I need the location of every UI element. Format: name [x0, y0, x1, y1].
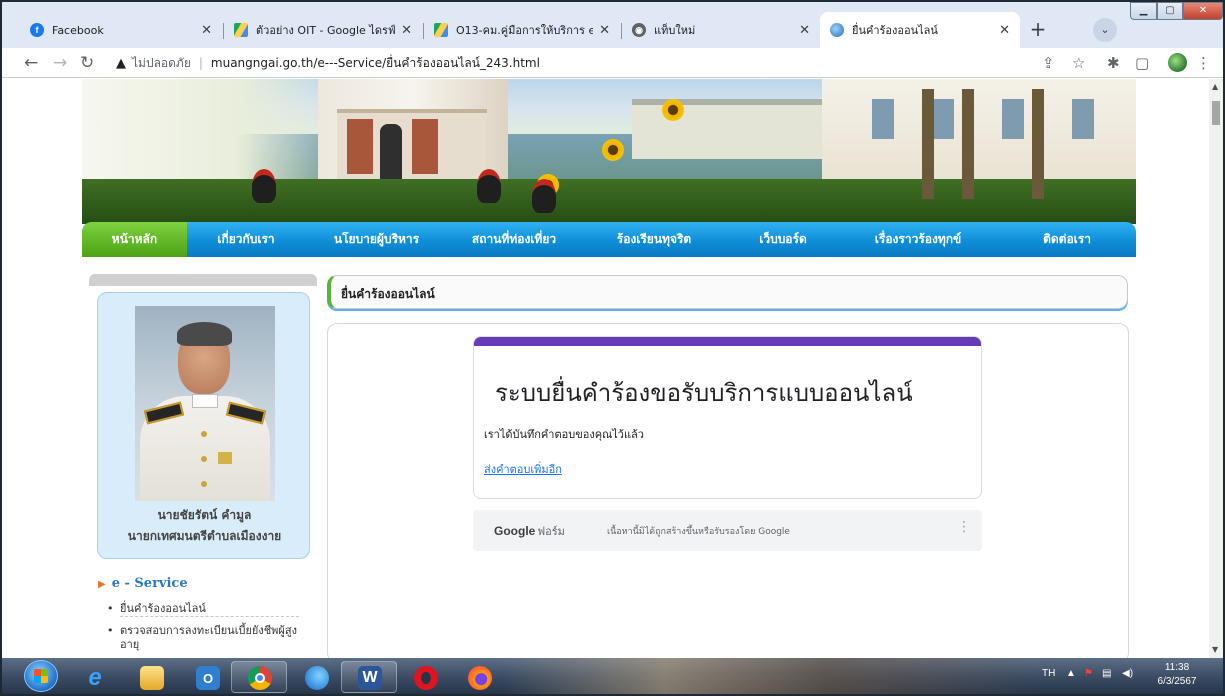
new-tab-button[interactable]: + — [1025, 17, 1051, 43]
bookmark-star-icon[interactable]: ☆ — [1072, 54, 1085, 72]
menu-icon[interactable]: ⋮ — [1196, 54, 1211, 72]
start-button[interactable] — [24, 660, 58, 692]
nav-contact[interactable]: ติดต่อเรา — [998, 222, 1136, 257]
triangle-right-icon: ▶ — [98, 579, 106, 590]
maximize-button[interactable]: ▢ — [1157, 2, 1183, 20]
form-accent-bar — [474, 337, 981, 346]
word-icon[interactable]: W — [341, 661, 397, 693]
close-tab-icon[interactable]: ✕ — [401, 23, 412, 38]
chrome-icon: ◉ — [632, 23, 646, 37]
opera-icon[interactable] — [397, 661, 453, 693]
nav-about[interactable]: เกี่ยวกับเรา — [187, 222, 305, 257]
mayor-profile-card: นายชัยรัตน์ คำมูล นายกเทศมนตรีตำบลเมืองง… — [97, 292, 310, 559]
submit-another-link[interactable]: ส่งคำตอบเพิ่มอีก — [484, 460, 562, 478]
nav-attractions[interactable]: สถานที่ท่องเที่ยว — [448, 222, 580, 257]
reload-icon[interactable]: ↻ — [80, 53, 94, 73]
back-icon[interactable]: ← — [24, 53, 38, 73]
more-options-icon[interactable]: ⋮ — [957, 519, 971, 535]
action-center-flag-icon[interactable]: ⚑ — [1084, 668, 1093, 679]
page-title: ยื่นคำร้องออนไลน์ — [341, 287, 435, 301]
google-forms-logo[interactable]: Google ฟอร์ม — [494, 522, 565, 540]
form-title: ระบบยื่นคำร้องขอรับบริการแบบออนไลน์ — [495, 379, 913, 407]
eservice-link-elderly-check[interactable]: • ตรวจสอบการลงทะเบียนเบี้ยยังชีพผู้สูงอาย… — [107, 624, 299, 652]
side-panel-icon[interactable]: ▢ — [1135, 54, 1149, 72]
main-nav: หน้าหลัก เกี่ยวกับเรา นโยบายผู้บริหาร สถ… — [82, 222, 1136, 257]
tab-strip: f Facebook ✕ ตัวอย่าง OIT - Google ไดรฟ์… — [2, 2, 1223, 48]
nav-corruption-complaint[interactable]: ร้องเรียนทุจริต — [580, 222, 728, 257]
mayor-photo — [135, 306, 275, 501]
nav-grievances[interactable]: เรื่องราวร้องทุกข์ — [838, 222, 998, 257]
security-label: ไม่ปลอดภัย — [132, 55, 191, 70]
forward-icon[interactable]: → — [53, 53, 67, 73]
form-disclaimer: เนื้อหานี้มิได้ถูกสร้างขึ้นหรือรับรองโดย… — [607, 527, 790, 537]
nav-home[interactable]: หน้าหลัก — [82, 222, 187, 257]
profile-avatar[interactable] — [1168, 53, 1187, 72]
close-tab-icon[interactable]: ✕ — [201, 23, 212, 38]
outlook-icon[interactable]: O — [179, 661, 235, 693]
eservice-link-online-request[interactable]: • ยื่นคำร้องออนไลน์ — [107, 602, 299, 616]
network-icon[interactable]: ▤ — [1102, 668, 1111, 679]
tab-facebook[interactable]: f Facebook ✕ — [20, 12, 222, 48]
google-form-card: ระบบยื่นคำร้องขอรับบริการแบบออนไลน์ เราไ… — [473, 336, 982, 499]
edge-icon[interactable] — [288, 661, 344, 693]
mayor-name: นายชัยรัตน์ คำมูล — [157, 508, 252, 522]
extensions-icon[interactable]: ✱ — [1107, 54, 1120, 72]
show-hidden-icons[interactable]: ▲ — [1066, 668, 1076, 679]
file-explorer-icon[interactable] — [123, 661, 179, 693]
sidebar: นายชัยรัตน์ คำมูล นายกเทศมนตรีตำบลเมืองง… — [89, 274, 317, 658]
site-banner — [82, 79, 1136, 224]
scrollbar-thumb[interactable] — [1212, 101, 1220, 125]
close-tab-icon[interactable]: ✕ — [799, 23, 810, 38]
page-title-bar: ยื่นคำร้องออนไลน์ — [327, 275, 1128, 309]
globe-icon — [830, 23, 844, 37]
url-text[interactable]: muangngai.go.th/e---Service/ยื่นคำร้องออ… — [211, 54, 540, 73]
form-confirmation: เราได้บันทึกคำตอบของคุณไว้แล้ว — [484, 428, 644, 441]
address-bar[interactable]: ▲ ไม่ปลอดภัย | muangngai.go.th/e---Servi… — [116, 51, 1116, 75]
language-indicator[interactable]: TH — [1042, 668, 1055, 679]
share-icon[interactable]: ⇪ — [1042, 54, 1055, 72]
facebook-icon: f — [30, 23, 44, 37]
tab-manual[interactable]: O13-คม.คู่มือการให้บริการ e-servic ✕ — [424, 12, 620, 48]
google-drive-icon — [434, 23, 448, 37]
volume-icon[interactable]: ◀) — [1122, 668, 1133, 679]
browser-toolbar: ← → ↻ ▲ ไม่ปลอดภัย | muangngai.go.th/e--… — [2, 48, 1223, 78]
page-scrollbar[interactable]: ▲ ▼ — [1209, 79, 1223, 658]
tab-new-tab[interactable]: ◉ แท็บใหม่ ✕ — [622, 12, 820, 48]
warning-icon[interactable]: ▲ — [116, 56, 126, 71]
chrome-icon[interactable] — [231, 661, 287, 693]
google-form-footer: Google ฟอร์ม เนื้อหานี้มิได้ถูกสร้างขึ้นห… — [473, 510, 982, 551]
close-tab-icon[interactable]: ✕ — [999, 23, 1010, 38]
tab-google-drive[interactable]: ตัวอย่าง OIT - Google ไดรฟ์ ✕ — [224, 12, 422, 48]
eservice-heading: ▶ e - Service — [98, 576, 188, 591]
close-tab-icon[interactable]: ✕ — [599, 23, 610, 38]
tab-search-button[interactable]: ⌄ — [1093, 18, 1117, 42]
address-separator: | — [198, 56, 203, 70]
close-window-button[interactable]: ✕ — [1183, 2, 1223, 20]
page-viewport: หน้าหลัก เกี่ยวกับเรา นโยบายผู้บริหาร สถ… — [2, 79, 1209, 658]
minimize-button[interactable]: ▁ — [1130, 2, 1157, 20]
browser-window: f Facebook ✕ ตัวอย่าง OIT - Google ไดรฟ์… — [0, 0, 1225, 696]
internet-explorer-icon[interactable]: e — [66, 661, 122, 693]
scroll-down-icon[interactable]: ▼ — [1212, 645, 1218, 654]
system-clock[interactable]: 11:38 6/3/2567 — [1150, 661, 1204, 689]
mayor-position: นายกเทศมนตรีตำบลเมืองงาย — [127, 529, 282, 543]
nav-policy[interactable]: นโยบายผู้บริหาร — [305, 222, 448, 257]
windows-taskbar: e O W TH ▲ ⚑ ▤ ◀) 11:38 6/3/2567 — [2, 658, 1223, 694]
nav-webboard[interactable]: เว็บบอร์ด — [728, 222, 838, 257]
tab-online-request[interactable]: ยื่นคำร้องออนไลน์ ✕ — [820, 12, 1020, 48]
google-drive-icon — [234, 23, 248, 37]
firefox-icon[interactable] — [451, 661, 507, 693]
scroll-up-icon[interactable]: ▲ — [1212, 82, 1218, 91]
